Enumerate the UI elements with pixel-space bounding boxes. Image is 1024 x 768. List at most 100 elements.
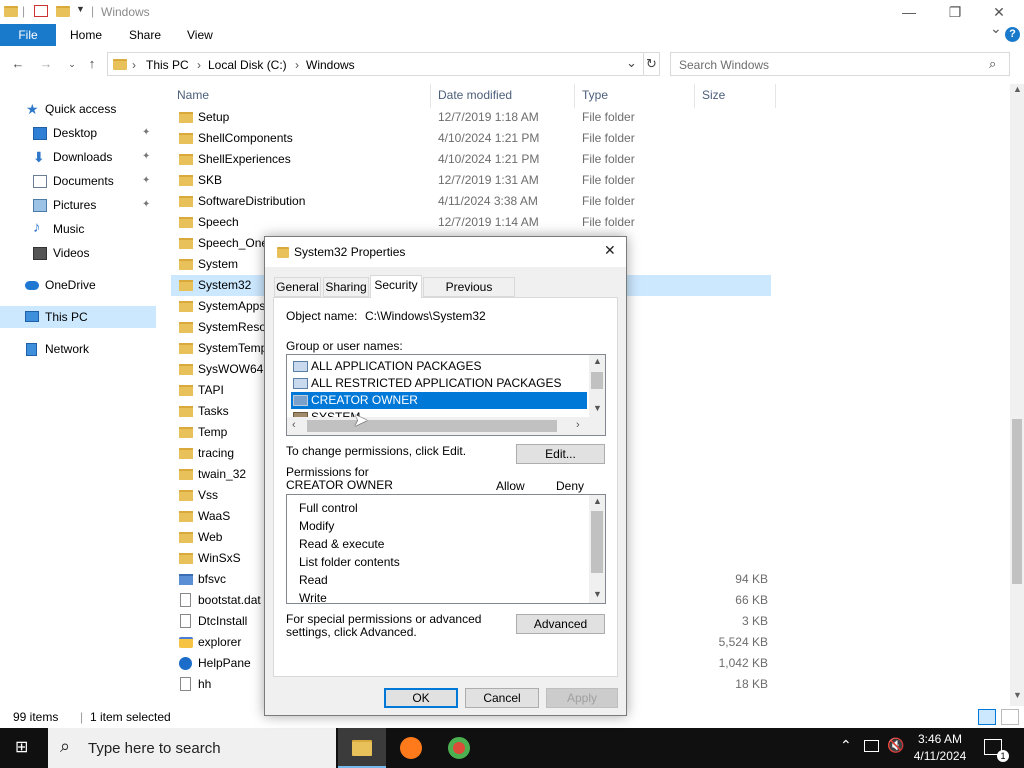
scroll-up-icon[interactable]: ▲	[1013, 84, 1022, 94]
file-row[interactable]: ShellExperiences 4/10/2024 1:21 PM File fo…	[171, 149, 771, 170]
details-view-icon[interactable]	[978, 709, 996, 725]
show-hidden-icons-chevron-icon[interactable]: ⌃	[840, 737, 852, 754]
firefox-icon[interactable]	[400, 737, 422, 759]
help-icon[interactable]: ?	[1005, 27, 1020, 42]
scrollbar-thumb[interactable]	[307, 420, 557, 432]
file-row[interactable]: SKB 12/7/2019 1:31 AM File folder	[171, 170, 771, 191]
scroll-up-icon[interactable]: ▲	[593, 356, 602, 366]
pin-icon[interactable]: ✦	[142, 122, 150, 144]
nav-onedrive[interactable]: OneDrive	[0, 274, 148, 296]
column-separator[interactable]	[694, 84, 695, 108]
tab-home[interactable]: Home	[70, 24, 102, 46]
group-names-listbox[interactable]: ALL APPLICATION PACKAGES ALL RESTRICTED …	[286, 354, 606, 436]
tab-security[interactable]: Security	[370, 275, 422, 298]
nav-pictures[interactable]: Pictures ✦	[0, 194, 156, 216]
pin-icon[interactable]: ✦	[142, 170, 150, 192]
chrome-icon[interactable]	[448, 737, 470, 759]
large-icons-view-icon[interactable]	[1001, 709, 1019, 725]
column-name[interactable]: Name	[177, 88, 209, 108]
nav-downloads[interactable]: ⬇ Downloads ✦	[0, 146, 156, 168]
column-separator[interactable]	[775, 84, 776, 108]
file-tab[interactable]: File	[0, 24, 56, 46]
group-vertical-scrollbar[interactable]: ▲ ▼	[589, 355, 605, 417]
advanced-button[interactable]: Advanced	[516, 614, 605, 634]
dialog-close-button[interactable]: ✕	[604, 242, 616, 259]
clock-time[interactable]: 3:46 AM	[908, 732, 972, 746]
permissions-listbox[interactable]: Full control Modify Read & execute List …	[286, 494, 606, 605]
windows-start-icon[interactable]: ⊞	[15, 740, 33, 757]
tab-general[interactable]: General	[274, 277, 321, 297]
ribbon-expand-icon[interactable]: ⌄	[990, 20, 1002, 37]
pin-icon[interactable]: ✦	[142, 146, 150, 168]
file-row[interactable]: ShellComponents 4/10/2024 1:21 PM File fol…	[171, 128, 771, 149]
column-size[interactable]: Size	[702, 88, 725, 108]
nav-music[interactable]: ♪ Music	[0, 218, 156, 240]
breadcrumb-windows[interactable]: Windows	[306, 58, 355, 72]
taskbar-search-input[interactable]: Type here to search	[88, 740, 221, 757]
scrollbar-thumb[interactable]	[591, 511, 603, 573]
tab-previous-versions[interactable]: Previous Versions	[423, 277, 515, 312]
up-arrow-icon[interactable]: ↑	[82, 52, 102, 76]
scroll-left-icon[interactable]: ‹	[292, 419, 296, 431]
breadcrumb-local-disk[interactable]: Local Disk (C:)	[208, 58, 287, 72]
nav-desktop[interactable]: Desktop ✦	[0, 122, 156, 144]
cancel-button[interactable]: Cancel	[465, 688, 539, 708]
address-bar[interactable]: › This PC › Local Disk (C:) › Windows ⌄ …	[107, 52, 660, 76]
apply-button[interactable]: Apply	[546, 688, 618, 708]
breadcrumb-this-pc[interactable]: This PC	[146, 58, 189, 72]
new-folder-icon[interactable]	[56, 6, 70, 17]
address-dropdown-icon[interactable]: ⌄	[626, 55, 637, 71]
nav-network[interactable]: Network	[0, 338, 148, 360]
tab-share[interactable]: Share	[129, 24, 161, 46]
file-row[interactable]: Setup 12/7/2019 1:18 AM File folder	[171, 107, 771, 128]
taskbar-file-explorer[interactable]	[338, 728, 386, 768]
scrollbar-thumb[interactable]	[1012, 419, 1022, 584]
column-separator[interactable]	[574, 84, 575, 108]
scroll-down-icon[interactable]: ▼	[1013, 690, 1022, 700]
search-input[interactable]: Search Windows	[679, 58, 769, 72]
group-horizontal-scrollbar[interactable]: ‹ ›	[287, 417, 589, 435]
dialog-title-bar[interactable]: System32 Properties ✕	[265, 237, 626, 267]
tab-sharing[interactable]: Sharing	[323, 277, 369, 297]
scrollbar-thumb[interactable]	[591, 372, 603, 389]
search-icon[interactable]: ⌕	[989, 56, 996, 72]
edit-button[interactable]: Edit...	[516, 444, 605, 464]
column-date-modified[interactable]: Date modified	[438, 88, 512, 108]
nav-videos[interactable]: Videos	[0, 242, 156, 264]
taskbar-search-box[interactable]: ⌕ Type here to search	[48, 728, 336, 768]
file-row[interactable]: SoftwareDistribution 4/11/2024 3:38 AM Fil…	[171, 191, 771, 212]
minimize-button[interactable]: —	[886, 0, 932, 24]
tab-view[interactable]: View	[187, 24, 213, 46]
column-type[interactable]: Type	[582, 88, 608, 108]
group-item[interactable]: ALL RESTRICTED APPLICATION PACKAGES	[291, 375, 587, 392]
quick-access-dropdown-icon[interactable]: ▼	[76, 4, 85, 14]
nav-quick-access[interactable]: ★ Quick access	[0, 98, 148, 120]
group-item[interactable]: ALL APPLICATION PACKAGES	[291, 358, 587, 375]
column-separator[interactable]	[430, 84, 431, 108]
restore-button[interactable]: ❐	[932, 0, 978, 24]
scroll-up-icon[interactable]: ▲	[593, 496, 602, 506]
forward-arrow-icon[interactable]: →	[36, 52, 56, 76]
pin-icon[interactable]: ✦	[142, 194, 150, 216]
nav-documents[interactable]: Documents ✦	[0, 170, 156, 192]
breadcrumb-chevron-icon[interactable]: ›	[132, 58, 136, 72]
nav-this-pc[interactable]: This PC	[0, 306, 156, 328]
scroll-down-icon[interactable]: ▼	[593, 403, 602, 413]
properties-check-icon[interactable]	[34, 5, 48, 17]
recent-locations-chevron-icon[interactable]: ⌄	[62, 52, 82, 76]
vertical-scrollbar[interactable]: ▲ ▼	[1010, 84, 1024, 706]
refresh-icon[interactable]: ↻	[646, 56, 657, 72]
permissions-scrollbar[interactable]: ▲ ▼	[589, 495, 605, 603]
scroll-down-icon[interactable]: ▼	[593, 589, 602, 599]
network-status-icon[interactable]	[864, 740, 879, 752]
scroll-right-icon[interactable]: ›	[576, 419, 580, 431]
search-box[interactable]: Search Windows ⌕	[670, 52, 1010, 76]
breadcrumb-chevron-icon[interactable]: ›	[295, 58, 299, 72]
back-arrow-icon[interactable]: ←	[8, 52, 28, 76]
breadcrumb-chevron-icon[interactable]: ›	[197, 58, 201, 72]
volume-muted-icon[interactable]: 🔇	[887, 737, 904, 754]
ok-button[interactable]: OK	[384, 688, 458, 708]
group-item-selected[interactable]: CREATOR OWNER	[291, 392, 587, 409]
clock-date[interactable]: 4/11/2024	[908, 749, 972, 763]
file-row[interactable]: Speech 12/7/2019 1:14 AM File folder	[171, 212, 771, 233]
